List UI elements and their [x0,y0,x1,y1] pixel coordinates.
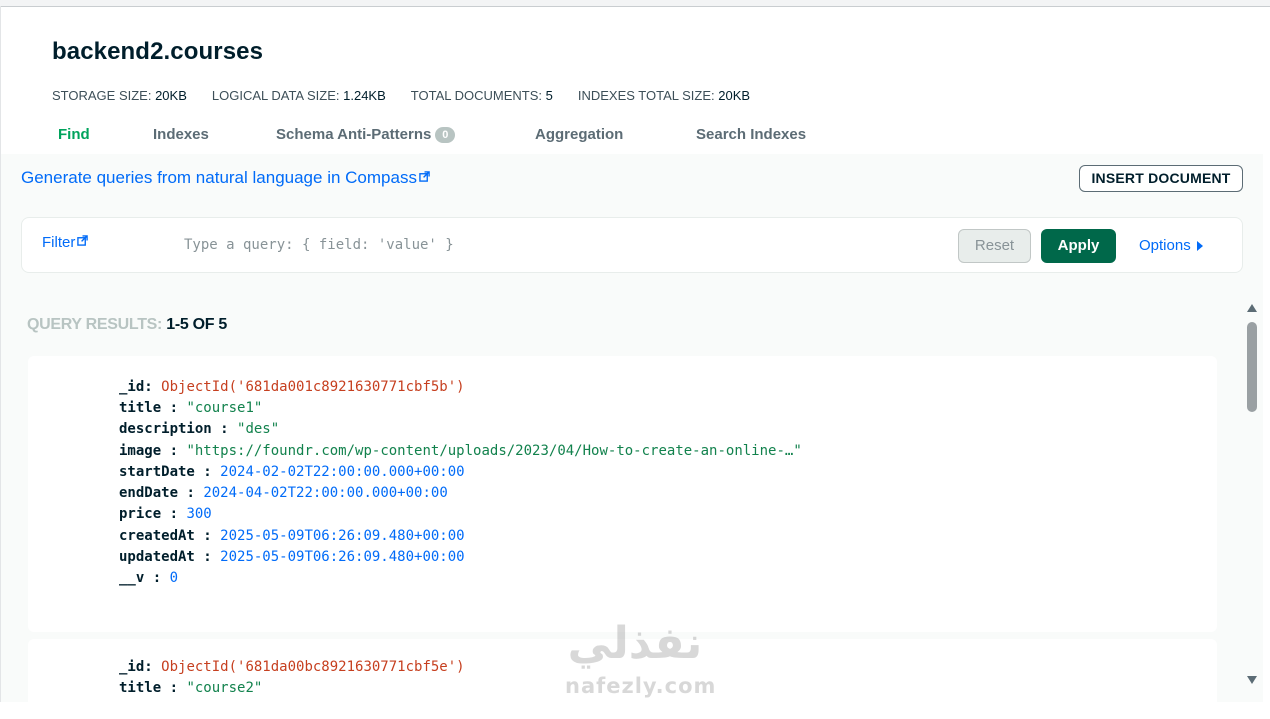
options-button[interactable]: Options [1139,237,1203,254]
external-link-icon [77,235,89,246]
options-label: Options [1139,237,1191,254]
tab-search-indexes[interactable]: Search Indexes [696,126,806,143]
document-card[interactable]: _id: ObjectId('681da001c8921630771cbf5b'… [28,356,1217,632]
document-field: price : 300 [119,506,212,522]
stat-total-documents: TOTAL DOCUMENTS: 5 [410,88,553,103]
scroll-down-arrow-icon[interactable] [1247,676,1257,684]
tab-find[interactable]: Find [58,126,90,143]
filter-link[interactable]: Filter [42,234,89,251]
external-link-icon [419,170,430,182]
document-field: image : "https://foundr.com/wp-content/u… [119,443,802,459]
document-field: _id: ObjectId('681da001c8921630771cbf5b'… [119,379,465,395]
document-field: updatedAt : 2025-05-09T06:26:09.480+00:0… [119,549,465,565]
insert-document-button[interactable]: INSERT DOCUMENT [1079,165,1243,192]
document-field: __v : 0 [119,570,179,586]
results-prefix: QUERY RESULTS: [27,316,167,333]
document-field: title : "course1" [119,400,263,416]
window-top-border [0,0,1270,7]
document-field: createdAt : 2025-05-09T06:26:09.480+00:0… [119,528,465,544]
document-field: description : "des" [119,421,280,437]
results-scrollbar[interactable] [1243,300,1261,690]
document-field: _id: ObjectId('681da00bc8921630771cbf5e'… [119,659,465,675]
scroll-up-arrow-icon[interactable] [1247,304,1257,312]
schema-count-badge: 0 [435,126,456,143]
collection-stats: STORAGE SIZE: 20KB LOGICAL DATA SIZE: 1.… [52,88,775,103]
nl-compass-link[interactable]: Generate queries from natural language i… [21,168,430,188]
filter-query-input[interactable] [184,232,944,258]
tab-aggregation[interactable]: Aggregation [535,126,623,143]
filter-label: Filter [42,234,76,251]
stat-logical-data-size: LOGICAL DATA SIZE: 1.24KB [211,88,386,103]
document-field: title : "course2" [119,680,263,696]
stat-storage-size: STORAGE SIZE: 20KB [52,88,187,103]
tab-indexes[interactable]: Indexes [153,126,209,143]
document-field: endDate : 2024-04-02T22:00:00.000+00:00 [119,485,448,501]
caret-right-icon [1196,240,1203,251]
reset-button[interactable]: Reset [958,229,1031,263]
collection-title: backend2.courses [52,38,264,65]
document-field: startDate : 2024-02-02T22:00:00.000+00:0… [119,464,465,480]
nl-link-label: Generate queries from natural language i… [21,168,417,187]
results-count: 1-5 OF 5 [166,316,227,333]
query-results-label: QUERY RESULTS: 1-5 OF 5 [27,316,227,334]
filter-bar: Filter Reset Apply Options [21,217,1243,273]
tab-schema-anti-patterns[interactable]: Schema Anti-Patterns 0 [276,126,456,143]
document-card[interactable]: _id: ObjectId('681da00bc8921630771cbf5e'… [28,639,1217,719]
apply-button[interactable]: Apply [1041,229,1116,263]
scroll-thumb[interactable] [1247,322,1257,412]
stat-indexes-total-size: INDEXES TOTAL SIZE: 20KB [577,88,751,103]
tab-schema-label: Schema Anti-Patterns [276,126,432,143]
